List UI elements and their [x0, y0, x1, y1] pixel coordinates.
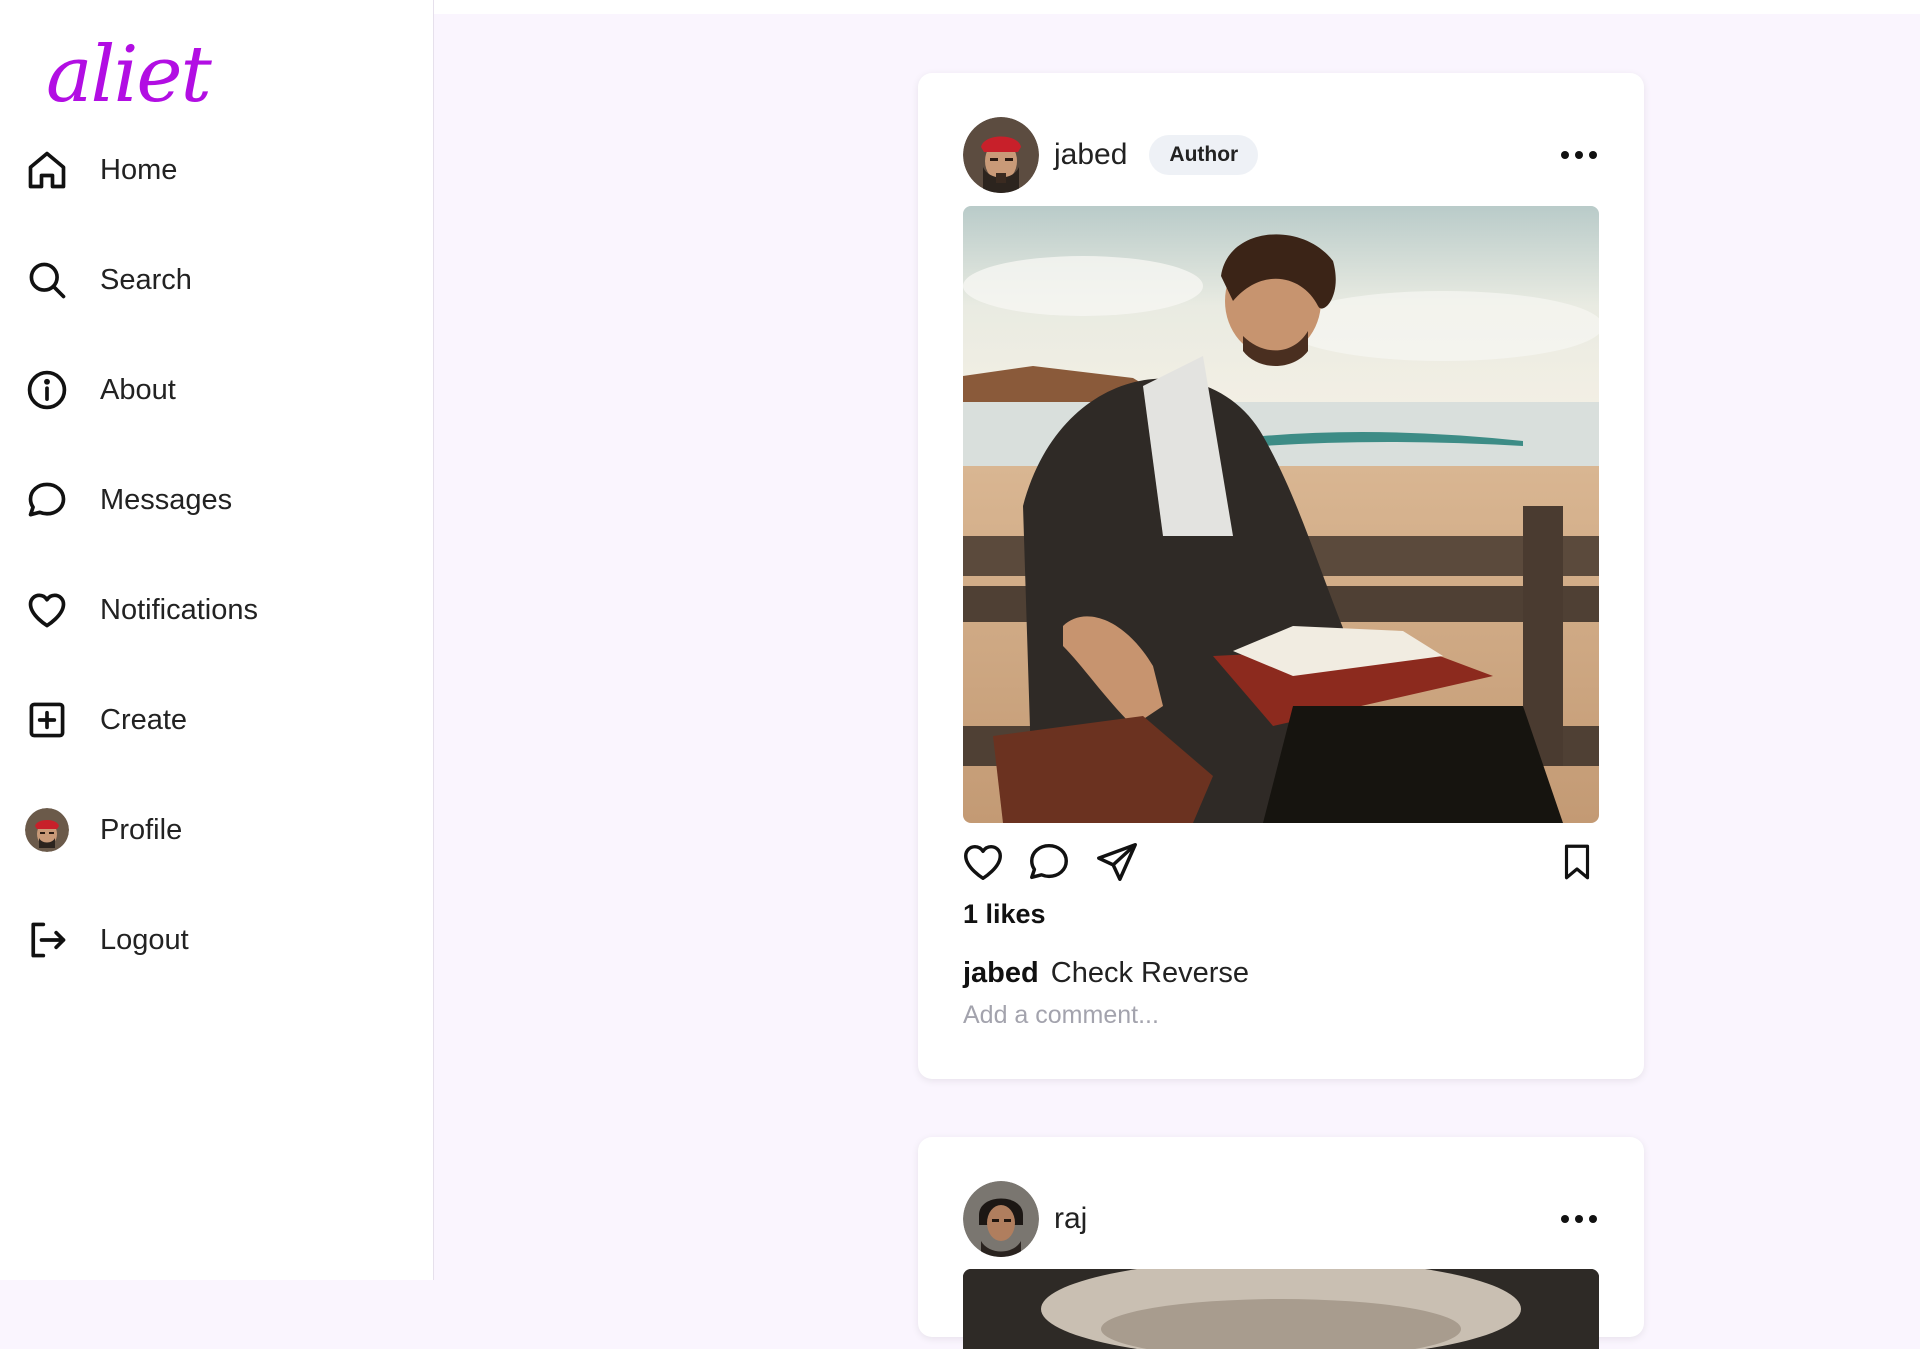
sidebar-item-home[interactable]: Home [24, 140, 404, 200]
post-caption: jabed Check Reverse [963, 957, 1249, 990]
caption-text: Check Reverse [1050, 957, 1249, 989]
author-username[interactable]: raj [1054, 1202, 1087, 1236]
post-image[interactable] [963, 206, 1599, 823]
author-badge: Author [1149, 135, 1259, 175]
sidebar-item-label: Profile [100, 813, 183, 846]
avatar [24, 807, 70, 853]
sidebar-item-label: About [100, 373, 176, 406]
sidebar-item-create[interactable]: Create [24, 690, 404, 750]
info-icon [24, 367, 70, 413]
sidebar-item-messages[interactable]: Messages [24, 470, 404, 530]
post-header: jabed Author [963, 117, 1599, 193]
top-strip [434, 0, 1920, 14]
post-card: raj [918, 1137, 1644, 1349]
brand-logo[interactable]: aliet [46, 30, 212, 120]
search-icon [24, 257, 70, 303]
post-card: jabed Author 1 likes jabed Check Reverse… [918, 73, 1644, 1079]
sidebar-item-label: Messages [100, 483, 233, 516]
sidebar-item-label: Search [100, 263, 192, 296]
post-header: raj [963, 1181, 1599, 1257]
more-options-icon[interactable] [1559, 1199, 1599, 1239]
caption-username[interactable]: jabed [963, 957, 1039, 989]
likes-count: 1 likes [963, 899, 1046, 929]
sidebar-item-search[interactable]: Search [24, 250, 404, 310]
author-username[interactable]: jabed [1054, 138, 1127, 172]
sidebar-item-label: Logout [100, 923, 189, 956]
sidebar-item-about[interactable]: About [24, 360, 404, 420]
author-avatar[interactable] [963, 117, 1039, 193]
sidebar-item-notifications[interactable]: Notifications [24, 580, 404, 640]
comment-icon[interactable] [1025, 838, 1073, 886]
share-icon[interactable] [1093, 838, 1141, 886]
comment-input[interactable] [963, 1001, 1563, 1030]
logout-icon [24, 917, 70, 963]
post-actions [963, 838, 1599, 888]
sidebar: aliet Home Search About Messages Notific… [0, 0, 434, 1280]
plus-square-icon [24, 697, 70, 743]
sidebar-item-logout[interactable]: Logout [24, 910, 404, 970]
like-icon[interactable] [959, 838, 1007, 886]
bookmark-icon[interactable] [1553, 838, 1601, 886]
more-options-icon[interactable] [1559, 135, 1599, 175]
sidebar-item-label: Home [100, 153, 178, 186]
sidebar-item-profile[interactable]: Profile [24, 800, 404, 860]
heart-icon [24, 587, 70, 633]
sidebar-item-label: Create [100, 703, 188, 736]
message-icon [24, 477, 70, 523]
sidebar-item-label: Notifications [100, 593, 258, 626]
author-avatar[interactable] [963, 1181, 1039, 1257]
post-image[interactable] [963, 1269, 1599, 1349]
home-icon [24, 147, 70, 193]
